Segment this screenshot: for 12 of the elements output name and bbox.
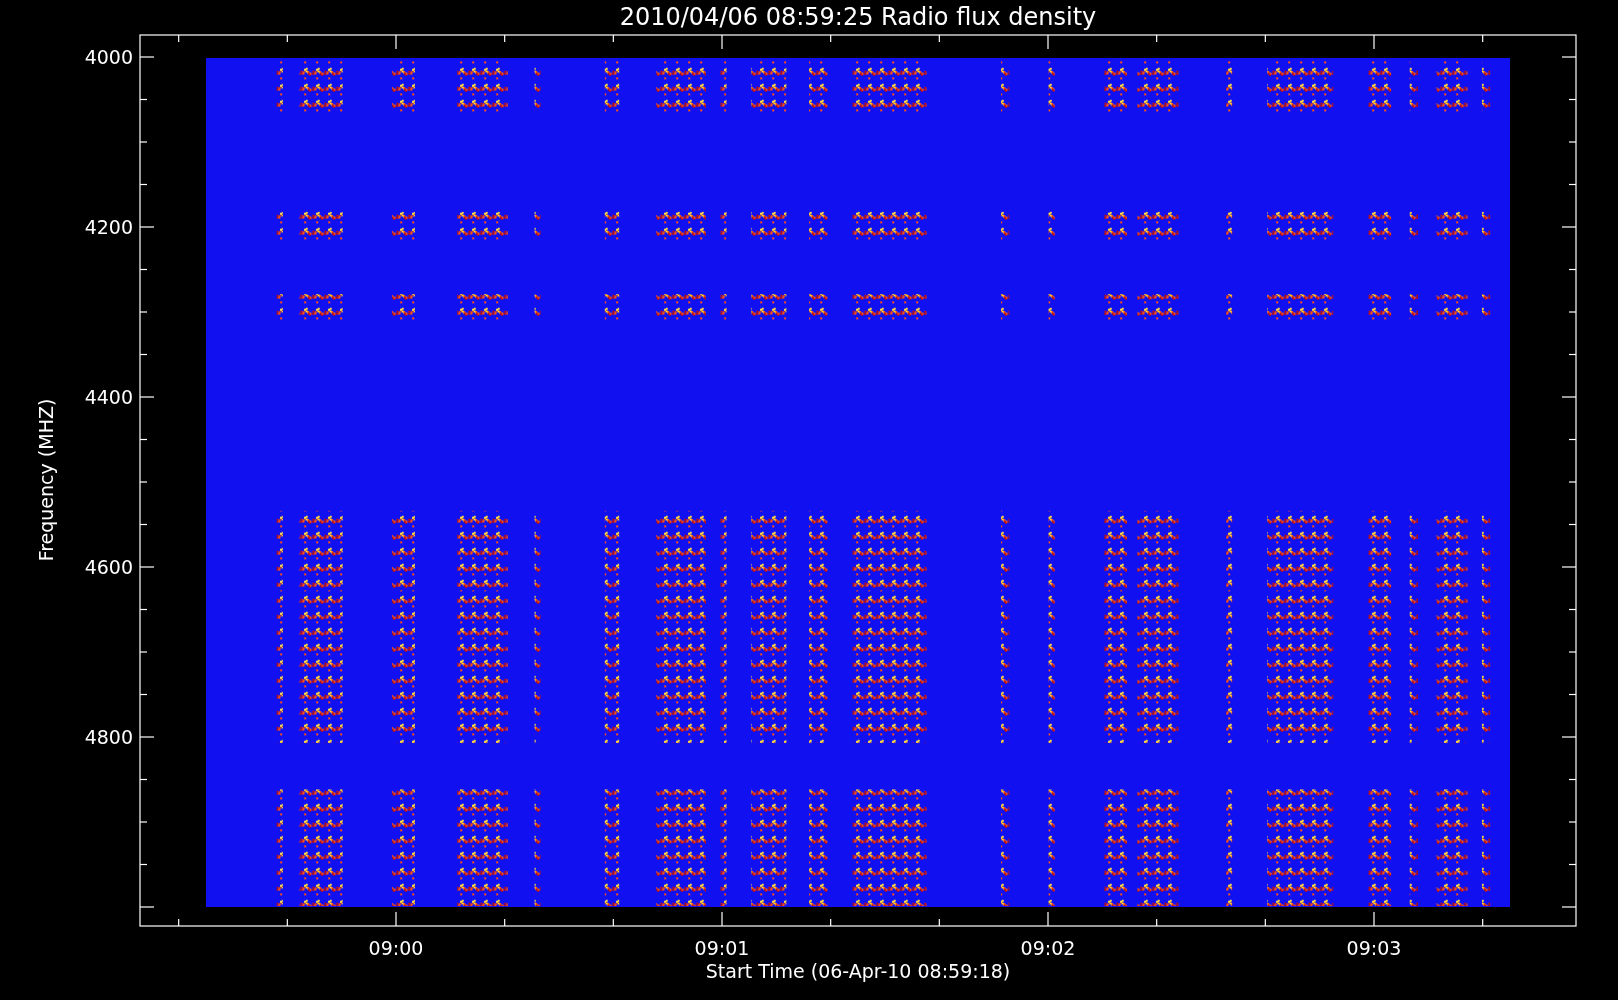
y-tick-label: 4200 [84, 216, 133, 238]
y-axis-title: Frequency (MHZ) [35, 398, 57, 562]
x-tick-label: 09:03 [1346, 937, 1402, 959]
plot-title: 2010/04/06 08:59:25 Radio flux density [619, 3, 1097, 31]
y-tick-label: 4600 [84, 556, 133, 578]
y-tick-label: 4800 [84, 726, 133, 748]
y-tick-label: 4000 [84, 46, 133, 68]
x-tick-label: 09:00 [368, 937, 424, 959]
x-tick-label: 09:02 [1020, 937, 1076, 959]
x-tick-label: 09:01 [694, 937, 750, 959]
x-axis-title: Start Time (06-Apr-10 08:59:18) [705, 960, 1011, 982]
y-tick-label: 4400 [84, 386, 133, 408]
